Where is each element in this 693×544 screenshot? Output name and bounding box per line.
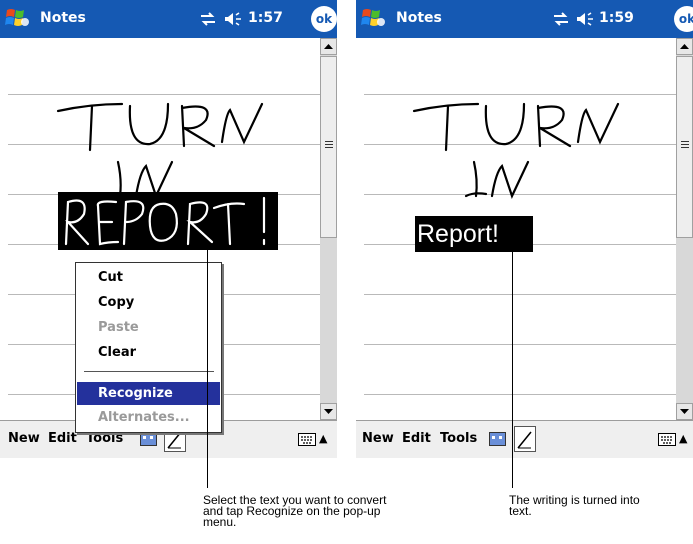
menu-item-paste: Paste bbox=[98, 320, 139, 335]
caption-left-line: menu. bbox=[203, 515, 237, 529]
ink-word-in bbox=[108, 160, 174, 199]
ok-button[interactable]: ok bbox=[674, 6, 693, 32]
connectivity-icon[interactable] bbox=[553, 12, 569, 26]
callout-line-left bbox=[207, 250, 208, 488]
right-device-screen: Notes 1:59 ok Report! New Edit Tools ▲ bbox=[356, 0, 693, 458]
menu-item-clear[interactable]: Clear bbox=[77, 341, 220, 364]
context-menu: Cut Copy Paste Clear Recognize Alternate… bbox=[75, 262, 222, 433]
speaker-icon[interactable] bbox=[576, 11, 594, 27]
caption-right-line: text. bbox=[509, 504, 532, 518]
tools-menu[interactable]: Tools bbox=[86, 431, 123, 446]
ok-button[interactable]: ok bbox=[311, 6, 337, 32]
pen-button[interactable] bbox=[514, 426, 536, 452]
left-device-screen: Notes 1:57 ok New Edit Tools ▲ Cut Copy … bbox=[0, 0, 337, 458]
sip-up-arrow-icon[interactable]: ▲ bbox=[319, 432, 327, 445]
scroll-down-icon[interactable] bbox=[676, 403, 693, 420]
menu-item-alternates: Alternates... bbox=[98, 410, 190, 425]
windows-flag-icon[interactable] bbox=[360, 6, 386, 30]
menu-item-cut[interactable]: Cut bbox=[77, 266, 220, 289]
title-bar: Notes 1:57 ok bbox=[0, 0, 337, 38]
sip-up-arrow-icon[interactable]: ▲ bbox=[679, 432, 687, 445]
title-bar: Notes 1:59 ok bbox=[356, 0, 693, 38]
new-menu[interactable]: New bbox=[8, 431, 40, 446]
vertical-scrollbar[interactable] bbox=[676, 38, 693, 420]
keyboard-icon[interactable] bbox=[658, 433, 676, 446]
edit-menu[interactable]: Edit bbox=[48, 431, 77, 446]
clock[interactable]: 1:59 bbox=[599, 10, 634, 26]
keyboard-icon[interactable] bbox=[298, 433, 316, 446]
callout-line-right bbox=[512, 250, 513, 488]
command-bar: New Edit Tools ▲ bbox=[356, 420, 693, 458]
caption-left: Select the text you want to convert and … bbox=[203, 494, 386, 529]
scroll-thumb[interactable] bbox=[320, 56, 337, 238]
new-menu[interactable]: New bbox=[362, 431, 394, 446]
scroll-up-icon[interactable] bbox=[320, 38, 337, 55]
scroll-thumb[interactable] bbox=[676, 56, 693, 238]
windows-flag-icon[interactable] bbox=[4, 6, 30, 30]
ink-word-turn bbox=[412, 102, 620, 152]
ink-word-turn bbox=[56, 102, 264, 152]
menu-item-recognize[interactable]: Recognize bbox=[77, 382, 220, 405]
recording-icon[interactable] bbox=[140, 432, 157, 446]
pen-icon bbox=[517, 431, 532, 449]
scroll-up-icon[interactable] bbox=[676, 38, 693, 55]
tools-menu[interactable]: Tools bbox=[440, 431, 477, 446]
scroll-down-icon[interactable] bbox=[320, 403, 337, 420]
edit-menu[interactable]: Edit bbox=[402, 431, 431, 446]
recognized-text[interactable]: Report! bbox=[415, 216, 533, 252]
note-canvas[interactable]: Report! bbox=[356, 38, 676, 420]
caption-right: The writing is turned into text. bbox=[509, 494, 640, 518]
clock[interactable]: 1:57 bbox=[248, 10, 283, 26]
menu-separator bbox=[84, 371, 214, 372]
ink-word-in bbox=[464, 160, 530, 199]
app-title: Notes bbox=[396, 10, 442, 26]
speaker-icon[interactable] bbox=[224, 11, 242, 27]
ink-selection-highlight bbox=[58, 192, 278, 250]
vertical-scrollbar[interactable] bbox=[320, 38, 337, 420]
connectivity-icon[interactable] bbox=[200, 12, 216, 26]
recording-icon[interactable] bbox=[489, 432, 506, 446]
menu-item-copy[interactable]: Copy bbox=[77, 291, 220, 314]
app-title: Notes bbox=[40, 10, 86, 26]
